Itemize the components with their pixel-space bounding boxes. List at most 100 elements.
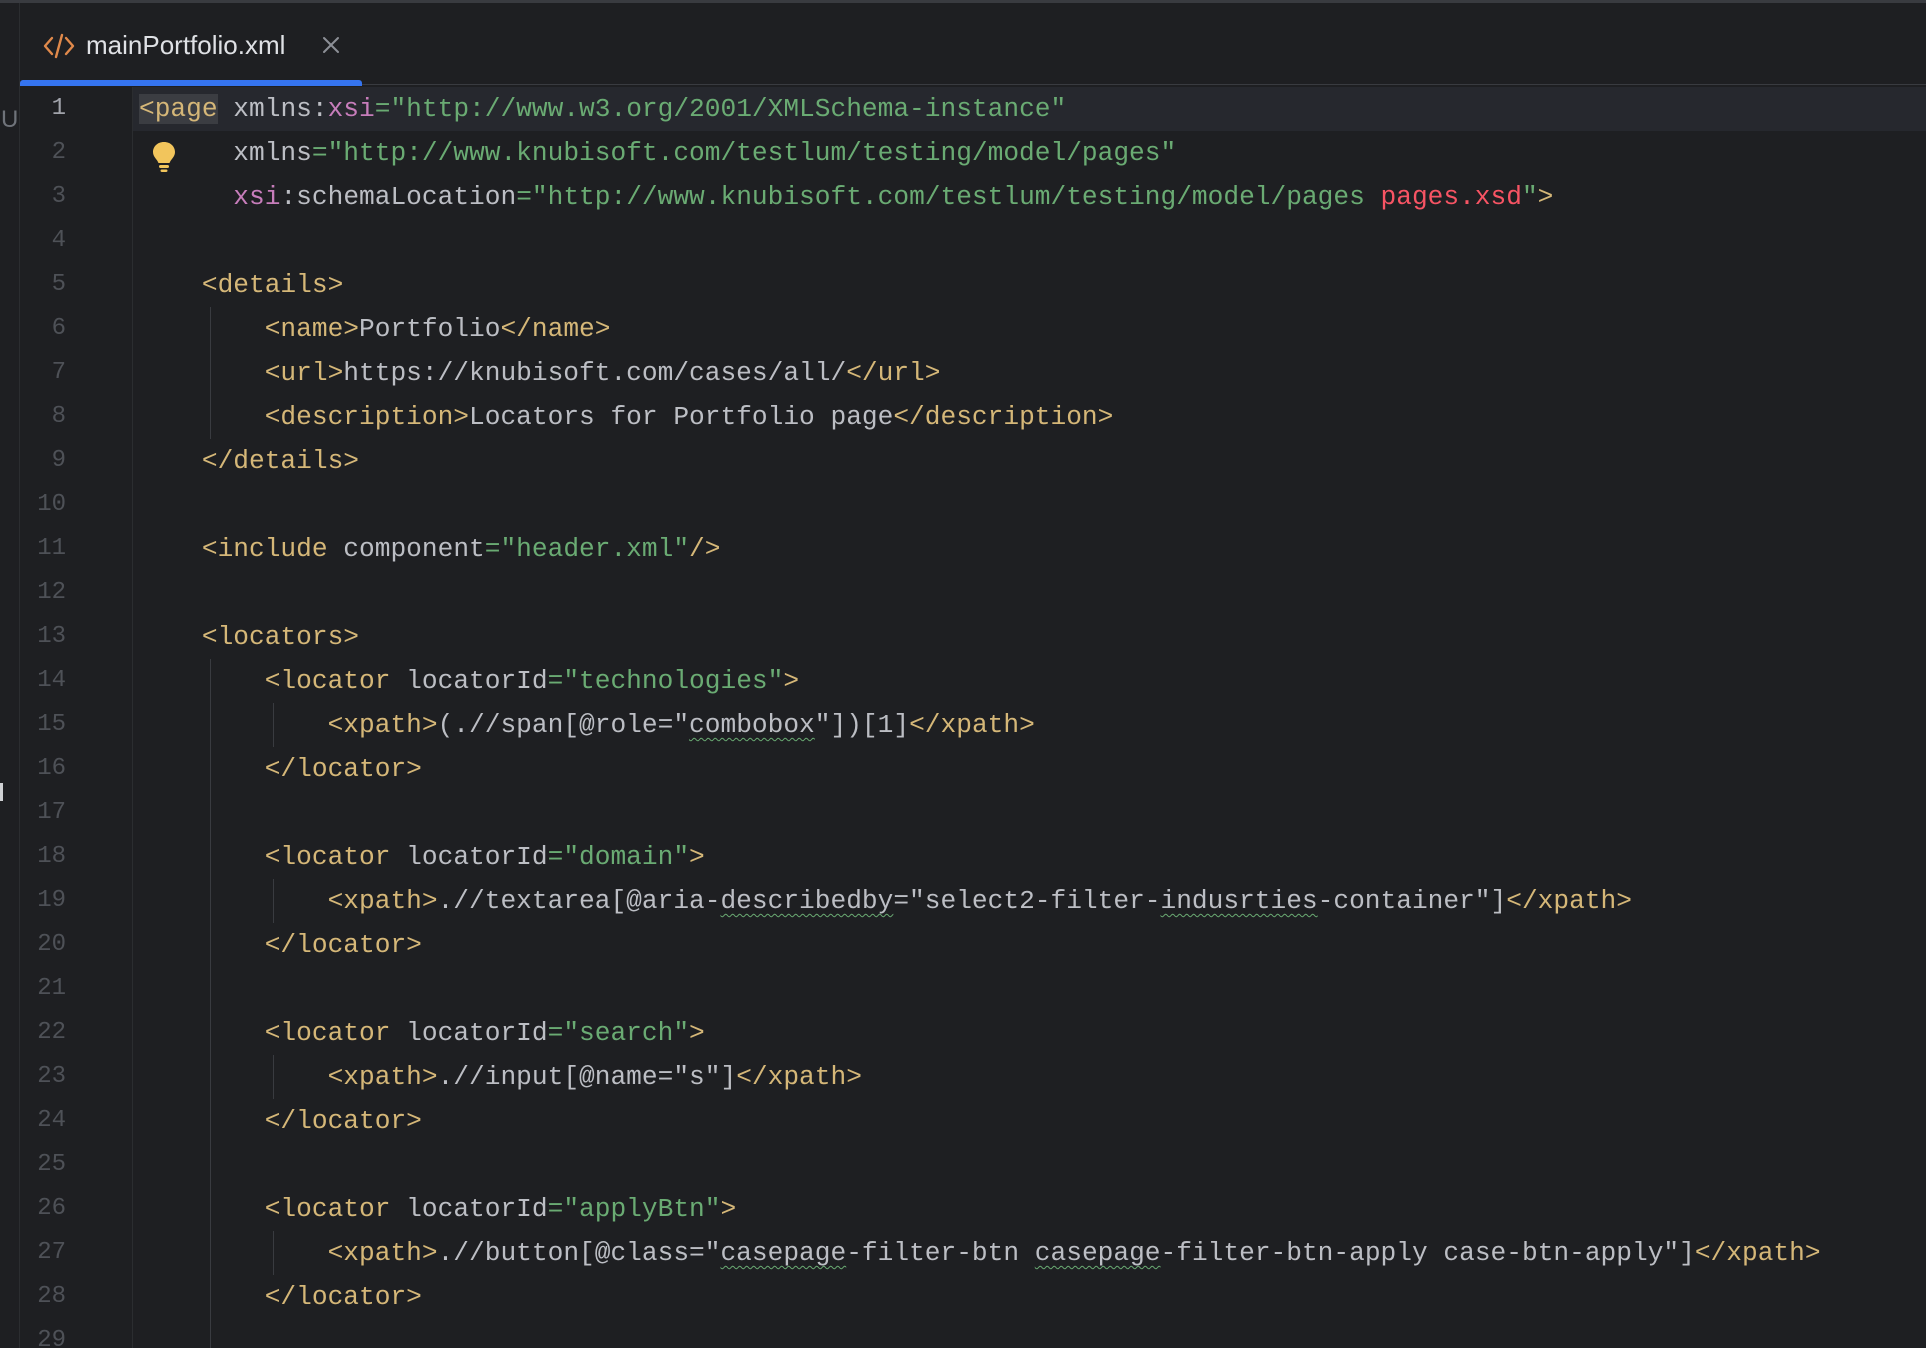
code-token: <locator — [139, 842, 391, 872]
line-number: 17 — [37, 799, 66, 826]
code-line: <xpath>.//textarea[@aria-describedby="se… — [139, 879, 1632, 923]
code-token: </xpath> — [736, 1062, 862, 1092]
line-number: 19 — [37, 887, 66, 914]
code-token: > — [1537, 182, 1554, 212]
code-token: > — [689, 1018, 705, 1048]
code-token: <locator — [139, 1194, 391, 1224]
code-token: <include — [139, 534, 328, 564]
code-token: .//button[@class=" — [437, 1238, 721, 1268]
code-token: -filter-btn — [846, 1238, 1035, 1268]
code-token: <locator — [139, 666, 391, 696]
tab-title: mainPortfolio.xml — [86, 30, 286, 60]
code-token: </description> — [893, 402, 1114, 432]
code-token: <locators> — [139, 622, 360, 652]
line-number: 24 — [37, 1107, 66, 1134]
line-number: 1 — [51, 95, 66, 122]
typo-warning-token: describedby — [720, 886, 894, 916]
code-line: xsi:schemaLocation="http://www.knubisoft… — [139, 175, 1553, 219]
line-number: 18 — [37, 843, 66, 870]
code-token: xmlns — [139, 138, 312, 168]
code-token: </xpath> — [1694, 1238, 1821, 1268]
code-token: -filter-btn-apply case-btn-apply"] — [1160, 1238, 1695, 1268]
tab-mainportfolio-xml[interactable]: mainPortfolio.xml — [20, 3, 362, 86]
line-number: 4 — [51, 227, 66, 254]
code-token: <xpath> — [139, 710, 438, 740]
code-token: ="applyBtn" — [547, 1194, 721, 1224]
code-token: (.//span[@role=" — [437, 710, 690, 740]
code-token: locatorId — [390, 666, 548, 696]
code-line: <include component="header.xml"/> — [139, 527, 721, 571]
code-line: <locator locatorId="domain"> — [139, 835, 705, 879]
code-token: <name> — [139, 314, 360, 344]
code-line: <xpath>.//button[@class="casepage-filter… — [139, 1231, 1821, 1275]
code-token: </name> — [500, 314, 611, 344]
code-token: > — [783, 666, 800, 696]
line-number: 5 — [51, 271, 66, 298]
code-token: component — [327, 534, 485, 564]
line-number: 8 — [51, 403, 66, 430]
ide-window: U mainPortfolio.xml 1 2 3 4 5 6 7 8 9 10 11 12 13 14 1… — [0, 0, 1926, 1348]
line-number: 2 — [51, 139, 66, 166]
code-token: <xpath> — [139, 1238, 438, 1268]
code-token: locatorId — [390, 1018, 548, 1048]
editor-tab-bar: mainPortfolio.xml — [20, 3, 1926, 86]
code-line: <url>https://knubisoft.com/cases/all/</u… — [139, 351, 941, 395]
scroll-marker — [0, 783, 3, 801]
line-number: 20 — [37, 931, 66, 958]
code-token: </details> — [139, 446, 360, 476]
code-line: <name>Portfolio</name> — [139, 307, 611, 351]
line-number: 21 — [37, 975, 66, 1002]
line-number: 25 — [37, 1151, 66, 1178]
code-line: xmlns="http://www.knubisoft.com/testlum/… — [139, 131, 1176, 175]
code-line: <locator locatorId="applyBtn"> — [139, 1187, 736, 1231]
code-line: </locator> — [139, 1275, 422, 1319]
code-token: .//textarea[@aria- — [437, 886, 721, 916]
code-token: <details> — [139, 270, 344, 300]
code-token: </locator> — [139, 754, 422, 784]
code-editor[interactable]: <page xmlns:xsi="http://www.w3.org/2001/… — [133, 87, 1926, 1348]
code-token: " — [1521, 182, 1538, 212]
code-token: </locator> — [139, 930, 422, 960]
code-token: locatorId — [390, 842, 548, 872]
code-token: <xpath> — [139, 1062, 438, 1092]
code-line: <xpath>.//input[@name="s"]</xpath> — [139, 1055, 862, 1099]
code-token: Locators for Portfolio page — [469, 402, 894, 432]
code-token: ="http://www.knubisoft.com/testlum/testi… — [311, 138, 1177, 168]
code-token: -container"] — [1317, 886, 1507, 916]
code-line: <xpath>(.//span[@role="combobox"])[1]</x… — [139, 703, 1035, 747]
typo-warning-token: indusrties — [1160, 886, 1318, 916]
code-token: <page — [139, 94, 218, 124]
code-line: </locator> — [139, 747, 422, 791]
code-token: ="http://www.w3.org/2001/XMLSchema-insta… — [374, 94, 1067, 124]
line-number: 9 — [51, 447, 66, 474]
code-token: > — [689, 842, 705, 872]
code-token: pages.xsd — [1380, 182, 1522, 212]
code-token: > — [720, 1194, 737, 1224]
line-number: 7 — [51, 359, 66, 386]
line-number: 12 — [37, 579, 66, 606]
code-token: :schemaLocation — [280, 182, 517, 212]
code-line: <page xmlns:xsi="http://www.w3.org/2001/… — [139, 87, 1066, 131]
xml-file-icon — [43, 33, 75, 59]
line-number: 23 — [37, 1063, 66, 1090]
typo-warning-token: combobox — [689, 710, 815, 740]
code-token: xsi — [233, 182, 281, 212]
code-line: <details> — [139, 263, 343, 307]
line-number: 14 — [37, 667, 66, 694]
code-token: xmlns: — [217, 94, 328, 124]
code-token: locatorId — [390, 1194, 548, 1224]
line-number: 11 — [37, 535, 66, 562]
code-token: </xpath> — [909, 710, 1035, 740]
code-token: .//input[@name="s"] — [437, 1062, 737, 1092]
code-token: ="header.xml" — [484, 534, 690, 564]
line-number-gutter[interactable]: 1 2 3 4 5 6 7 8 9 10 11 12 13 14 15 16 17 18 19 20 21 22 23 24 2… — [20, 87, 133, 1348]
close-icon[interactable] — [320, 34, 342, 56]
typo-warning-token: casepage — [1034, 1238, 1161, 1268]
typo-warning-token: casepage — [720, 1238, 847, 1268]
line-number: 10 — [37, 491, 66, 518]
code-token: ="domain" — [547, 842, 690, 872]
code-token: /> — [689, 534, 721, 564]
line-number: 26 — [37, 1195, 66, 1222]
code-token: xsi — [327, 94, 375, 124]
